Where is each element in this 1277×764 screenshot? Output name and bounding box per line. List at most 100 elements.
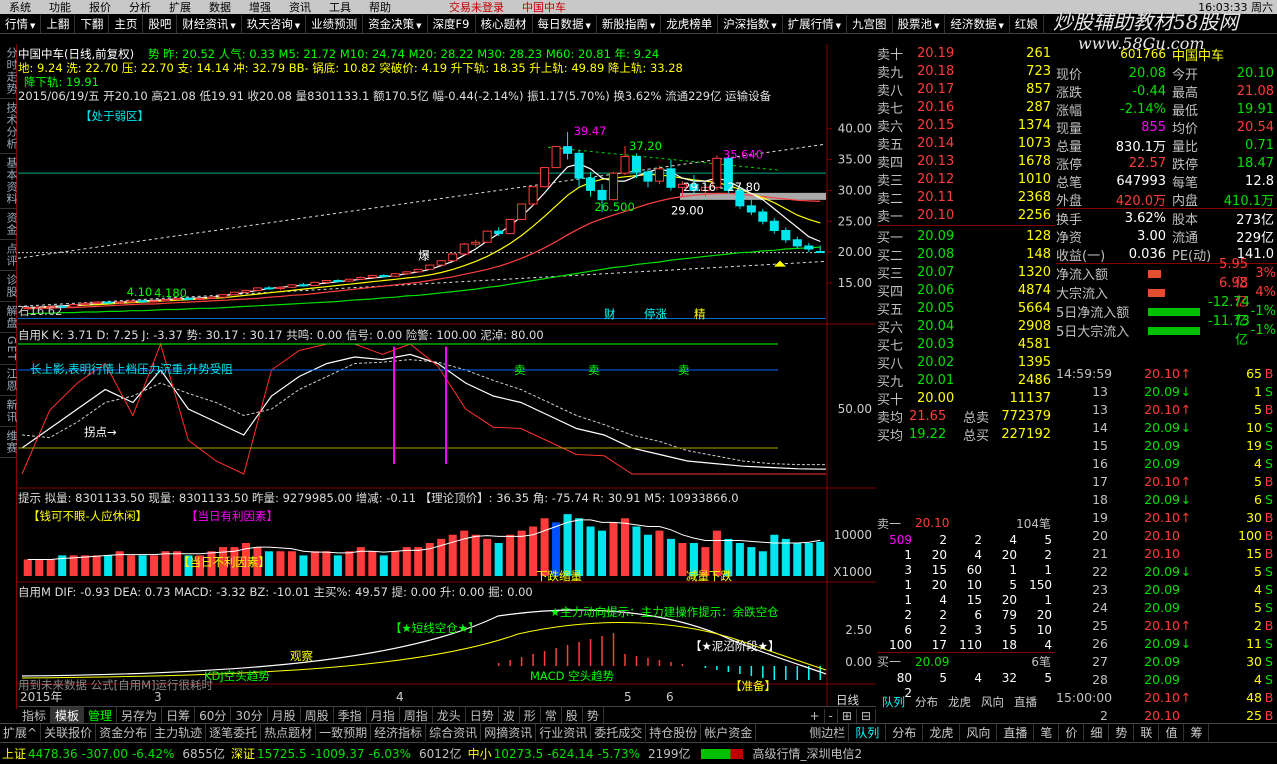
server-label[interactable]: 高级行情_深圳电信2 <box>749 745 863 762</box>
zoom-button[interactable]: ⊞ <box>838 708 857 723</box>
menu-item[interactable]: 系统 <box>0 0 40 14</box>
menu-item[interactable]: 资讯 <box>280 0 320 14</box>
candle[interactable] <box>115 301 125 304</box>
orderbook-row[interactable]: 卖二 20.11 2368 <box>877 188 1055 207</box>
nav-button[interactable]: 九宫图 <box>847 14 893 33</box>
nav-button[interactable]: 新股指南 <box>597 14 662 33</box>
right-tab[interactable]: 分布 <box>910 694 943 710</box>
candle[interactable] <box>792 239 802 247</box>
candle[interactable] <box>264 287 274 290</box>
nav-button[interactable]: 每日数据 <box>533 14 597 33</box>
nav-button[interactable]: 玖天咨询 <box>242 14 307 33</box>
right-tab-bottom[interactable]: 势 <box>1109 724 1135 741</box>
function-tab[interactable]: 热点题材 <box>261 724 317 741</box>
zoom-button[interactable]: ⊟ <box>857 708 876 723</box>
menu-item[interactable]: 功能 <box>40 0 80 14</box>
candle[interactable] <box>390 273 400 277</box>
candle[interactable] <box>563 146 573 154</box>
candle[interactable] <box>540 167 550 188</box>
orderbook-row[interactable]: 卖三 20.12 1010 <box>877 170 1055 189</box>
indicator-tab[interactable]: 另存为 <box>117 707 163 724</box>
function-tab[interactable]: 委托成交 <box>591 724 647 741</box>
candle[interactable] <box>620 155 630 174</box>
candle[interactable] <box>275 286 285 290</box>
candle[interactable] <box>528 186 538 205</box>
indicator-tab[interactable]: 周股 <box>301 707 334 724</box>
indicator-tab[interactable]: 月股 <box>268 707 301 724</box>
nav-button[interactable]: 扩展行情 <box>783 14 848 33</box>
right-tab[interactable]: 队列 <box>877 694 910 710</box>
zoom-button[interactable]: + <box>805 708 825 723</box>
indicator-tab[interactable]: 月指 <box>367 707 400 724</box>
orderbook-row[interactable]: 卖六 20.15 1374 <box>877 116 1055 135</box>
function-tab[interactable]: 持仓股份 <box>646 724 702 741</box>
right-tab[interactable]: 风向 <box>976 694 1009 710</box>
function-tab[interactable]: 资金分布 <box>96 724 152 741</box>
right-tab[interactable]: 直播 <box>1009 694 1042 710</box>
chart-area[interactable]: 40.00 35.00 30.00 25.00 20.00 15.00 39.47 37.20… <box>18 44 876 710</box>
right-tab-bottom[interactable]: 笔 <box>1034 724 1060 741</box>
right-tab[interactable]: 龙虎 <box>943 694 976 710</box>
function-tab[interactable]: 主力轨迹 <box>151 724 207 741</box>
candle[interactable] <box>298 284 308 287</box>
nav-button[interactable]: 行情 <box>0 14 42 33</box>
candle[interactable] <box>815 250 825 253</box>
nav-button[interactable]: 龙虎榜单 <box>661 14 719 33</box>
left-tab[interactable]: 点评 <box>0 240 18 271</box>
right-tab-bottom[interactable]: 龙虎 <box>923 724 961 741</box>
candle[interactable] <box>149 300 159 303</box>
nav-button[interactable]: 沪深指数 <box>718 14 783 33</box>
right-tab-bottom[interactable]: 筹 <box>1184 724 1210 741</box>
candle[interactable] <box>333 280 343 283</box>
menu-item[interactable]: 工具 <box>320 0 360 14</box>
orderbook-row[interactable]: 买十 20.00 11137 <box>877 389 1055 408</box>
menu-item[interactable]: 报价 <box>80 0 120 14</box>
nav-button[interactable]: 财经资讯 <box>177 14 242 33</box>
nav-button[interactable]: 主页 <box>109 14 144 33</box>
indicator-tab[interactable]: 管理 <box>84 707 118 724</box>
nav-button[interactable]: 红娘 <box>1010 14 1044 33</box>
nav-button[interactable]: 股吧 <box>143 14 178 33</box>
candle[interactable] <box>758 211 768 222</box>
menu-item[interactable]: 增强 <box>240 0 280 14</box>
nav-button[interactable]: 经济数据 <box>945 14 1010 33</box>
orderbook-row[interactable]: 买三 20.07 1320 <box>877 263 1055 282</box>
candle[interactable] <box>80 302 90 306</box>
candle[interactable] <box>804 245 814 250</box>
right-tab-bottom[interactable]: 分布 <box>886 724 924 741</box>
zoom-button[interactable]: - <box>825 708 838 723</box>
left-tab[interactable]: 技术分析 <box>0 99 18 154</box>
right-tab-bottom[interactable]: 值 <box>1159 724 1185 741</box>
menu-item[interactable]: 帮助 <box>360 0 400 14</box>
right-tab-bottom[interactable]: 联 <box>1134 724 1160 741</box>
right-tab-bottom[interactable]: 细 <box>1084 724 1110 741</box>
candle[interactable] <box>643 171 653 182</box>
candle[interactable] <box>344 278 354 282</box>
candle[interactable] <box>746 205 756 213</box>
candle[interactable] <box>631 155 642 173</box>
menu-item[interactable]: 数据 <box>200 0 240 14</box>
right-tab-bottom[interactable]: 队列 <box>849 724 887 741</box>
indicator-tab[interactable]: 指标 <box>18 707 52 724</box>
candle[interactable] <box>574 152 584 179</box>
nav-button[interactable]: 业绩预测 <box>306 14 364 33</box>
candle[interactable] <box>494 230 504 235</box>
candle[interactable] <box>505 218 515 235</box>
orderbook-row[interactable]: 买二 20.08 148 <box>877 245 1055 264</box>
orderbook-row[interactable]: 卖十 20.19 261 <box>877 44 1055 63</box>
candle[interactable] <box>436 260 446 266</box>
candle[interactable] <box>666 168 676 188</box>
indicator-tab[interactable]: 龙头 <box>433 707 466 724</box>
orderbook-row[interactable]: 卖一 20.10 2256 <box>877 206 1055 225</box>
function-tab[interactable]: 经济指标 <box>371 724 427 741</box>
candle[interactable] <box>413 268 423 273</box>
left-tab[interactable]: 诊股 <box>0 271 18 302</box>
indicator-tab[interactable]: 波 <box>499 707 520 724</box>
candle[interactable] <box>379 275 389 278</box>
left-tab[interactable]: 分时走势 <box>0 44 18 99</box>
candle[interactable] <box>448 253 458 262</box>
orderbook-row[interactable]: 买八 20.02 1395 <box>877 353 1055 372</box>
nav-button[interactable]: 资金决策 <box>363 14 428 33</box>
candle[interactable] <box>218 294 228 298</box>
candle[interactable] <box>769 220 779 232</box>
